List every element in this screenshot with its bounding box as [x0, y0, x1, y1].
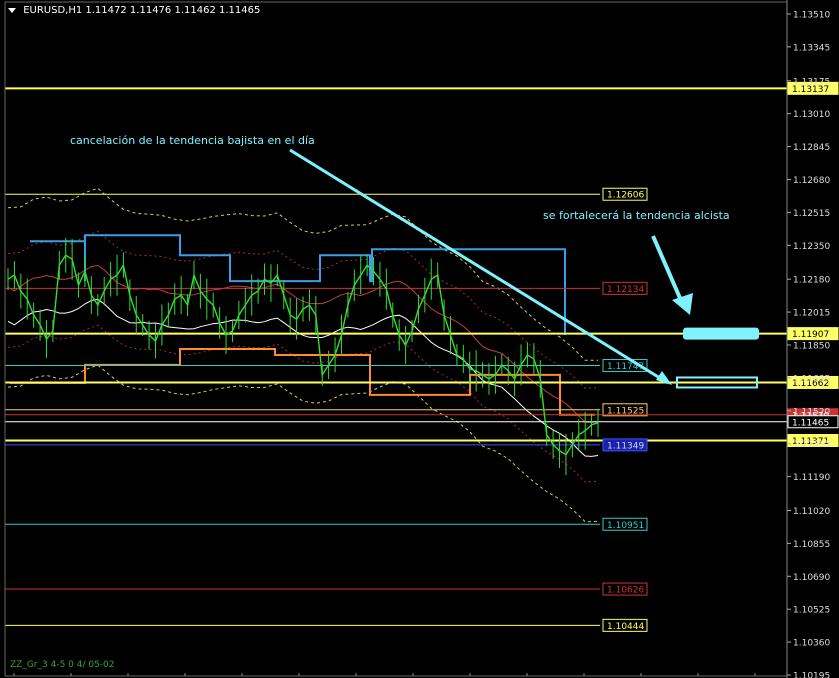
level-label: 1.10444: [607, 622, 644, 632]
y-tick-label: 1.13510: [793, 10, 830, 20]
indicator-footer: ZZ_Gr_3 4-5 0 4/ 05-02: [10, 660, 115, 670]
level-label: 1.12606: [607, 191, 644, 201]
level-label: 1.11349: [607, 441, 644, 451]
y-tick-label: 1.10855: [793, 540, 830, 550]
y-tick-label: 1.11850: [793, 341, 830, 351]
y-tick-label: 1.13175: [793, 77, 830, 87]
symbol-label: EURUSD,H1: [23, 5, 83, 16]
y-tick-label: 1.12350: [793, 242, 830, 252]
y-tick-label: 1.12180: [793, 276, 830, 286]
right-annotation: se fortalecerá la tendencia alcista: [543, 209, 730, 222]
y-tick-label: 1.13010: [793, 110, 830, 120]
level-label: 1.10626: [607, 586, 644, 596]
level-label: 1.12134: [607, 285, 644, 295]
left-annotation: cancelación de la tendencia bajista en e…: [70, 134, 315, 147]
y-tick-label: 1.10360: [793, 639, 830, 649]
y-tick-label: 1.11520: [793, 407, 830, 417]
target-marker: [683, 327, 759, 340]
y-tick-label: 1.10690: [793, 573, 830, 583]
y-tick-label: 1.12015: [793, 309, 830, 319]
level-label: 1.10951: [607, 521, 644, 531]
y-tick-label: 1.12845: [793, 143, 830, 153]
y-tick-label: 1.11190: [793, 473, 830, 483]
price-chart[interactable]: 1.131371.126061.121341.119071.117471.116…: [0, 0, 839, 678]
y-tick-label: 1.10525: [793, 606, 830, 616]
y-tick-label: 1.11020: [793, 507, 830, 517]
y-tick-label: 1.12680: [793, 176, 830, 186]
y-tick-label: 1.11355: [793, 440, 830, 450]
ohlc-values: 1.11472 1.11476 1.11462 1.11465: [85, 5, 261, 16]
level-price-tag-label: 1.11465: [792, 418, 829, 428]
y-tick-label: 1.13345: [793, 43, 830, 53]
y-tick-label: 1.10195: [793, 672, 830, 678]
y-tick-label: 1.11685: [793, 374, 830, 384]
menu-triangle-icon[interactable]: [8, 7, 16, 13]
y-tick-label: 1.12515: [793, 209, 830, 219]
level-price-tag-label: 1.11907: [792, 330, 829, 340]
chart-header: EURUSD,H1 1.11472 1.11476 1.11462 1.1146…: [8, 5, 260, 16]
